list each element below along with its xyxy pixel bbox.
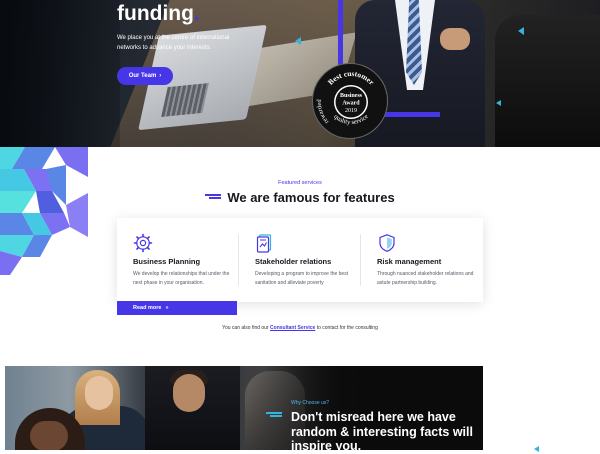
gear-icon — [133, 233, 153, 253]
svg-text:rewarded: rewarded — [316, 98, 330, 125]
business-award-badge: Best customer quality service rewarded B… — [312, 63, 388, 139]
badge-center-line2: Award — [342, 101, 360, 107]
hero-photo-hand — [440, 28, 470, 50]
badge-ring-top: Best customer — [326, 69, 377, 87]
decor-isometric-cubes — [0, 147, 88, 275]
badge-center-year: 2019 — [345, 108, 357, 114]
decor-triangle — [534, 446, 539, 452]
feature-card-text: Through nuanced stakeholder relations an… — [377, 271, 474, 286]
heading-dash-decor — [205, 194, 222, 200]
feature-card-business-planning[interactable]: Business Planning We develop the relatio… — [117, 218, 239, 302]
decor-triangle — [518, 27, 524, 35]
features-cards-panel: Business Planning We develop the relatio… — [117, 218, 483, 302]
hero-title: funding. — [117, 2, 200, 25]
svg-text:Best customer: Best customer — [326, 69, 377, 87]
our-team-button[interactable]: Our Team › — [117, 67, 173, 85]
award-badge-graphic: Best customer quality service rewarded B… — [316, 69, 377, 126]
badge-center-line1: Business — [340, 93, 363, 99]
feature-card-stakeholder-relations[interactable]: Stakeholder relations Developing a progr… — [239, 218, 361, 302]
hero-photo-shadow — [0, 0, 120, 147]
feature-card-title: Stakeholder relations — [255, 257, 332, 266]
read-more-label: Read more — [133, 305, 162, 311]
decor-triangle — [496, 100, 501, 106]
hero-photo-keyboard — [161, 82, 209, 118]
team-photo-face — [30, 421, 68, 450]
hero-title-dot: . — [193, 2, 200, 25]
features-title: We are famous for features — [227, 189, 395, 205]
read-more-button[interactable]: Read more » — [117, 301, 237, 315]
consult-suffix: to contact for the consulting — [316, 325, 378, 331]
team-photo-face — [173, 374, 205, 412]
features-heading: We are famous for features — [0, 187, 600, 205]
shield-icon — [379, 234, 395, 252]
decor-triangle — [295, 37, 301, 45]
hero-lead-text: We place you at the centre of internatio… — [117, 35, 230, 51]
why-eyebrow: Why Choose us? — [291, 400, 330, 406]
badge-ring-left: rewarded — [316, 98, 330, 125]
double-chevron-right-icon: » — [165, 305, 169, 311]
team-photo-face — [85, 376, 113, 410]
consult-prefix: You can also find our — [222, 325, 269, 331]
feature-card-title: Risk management — [377, 257, 442, 266]
our-team-label: Our Team — [128, 73, 157, 79]
consultant-service-link[interactable]: Consultant Service — [270, 325, 315, 331]
features-eyebrow: Featured services — [278, 180, 322, 186]
feature-card-text: Developing a program to improve the best… — [255, 271, 349, 286]
consultant-note: You can also find our Consultant Service… — [0, 325, 600, 331]
feature-card-risk-management[interactable]: Risk management Through nuanced stakehol… — [361, 218, 483, 302]
feature-card-text: We develop the relationships that under … — [133, 271, 230, 286]
hero-photo-chair — [495, 15, 600, 147]
heading-dash-decor — [266, 412, 282, 418]
why-title: Don't misread here we have random & inte… — [291, 410, 473, 453]
document-icon — [256, 234, 272, 253]
hero-section: funding. We place you at the centre of i… — [0, 0, 600, 147]
feature-card-title: Business Planning — [133, 257, 201, 266]
arrow-right-icon: › — [159, 73, 162, 79]
